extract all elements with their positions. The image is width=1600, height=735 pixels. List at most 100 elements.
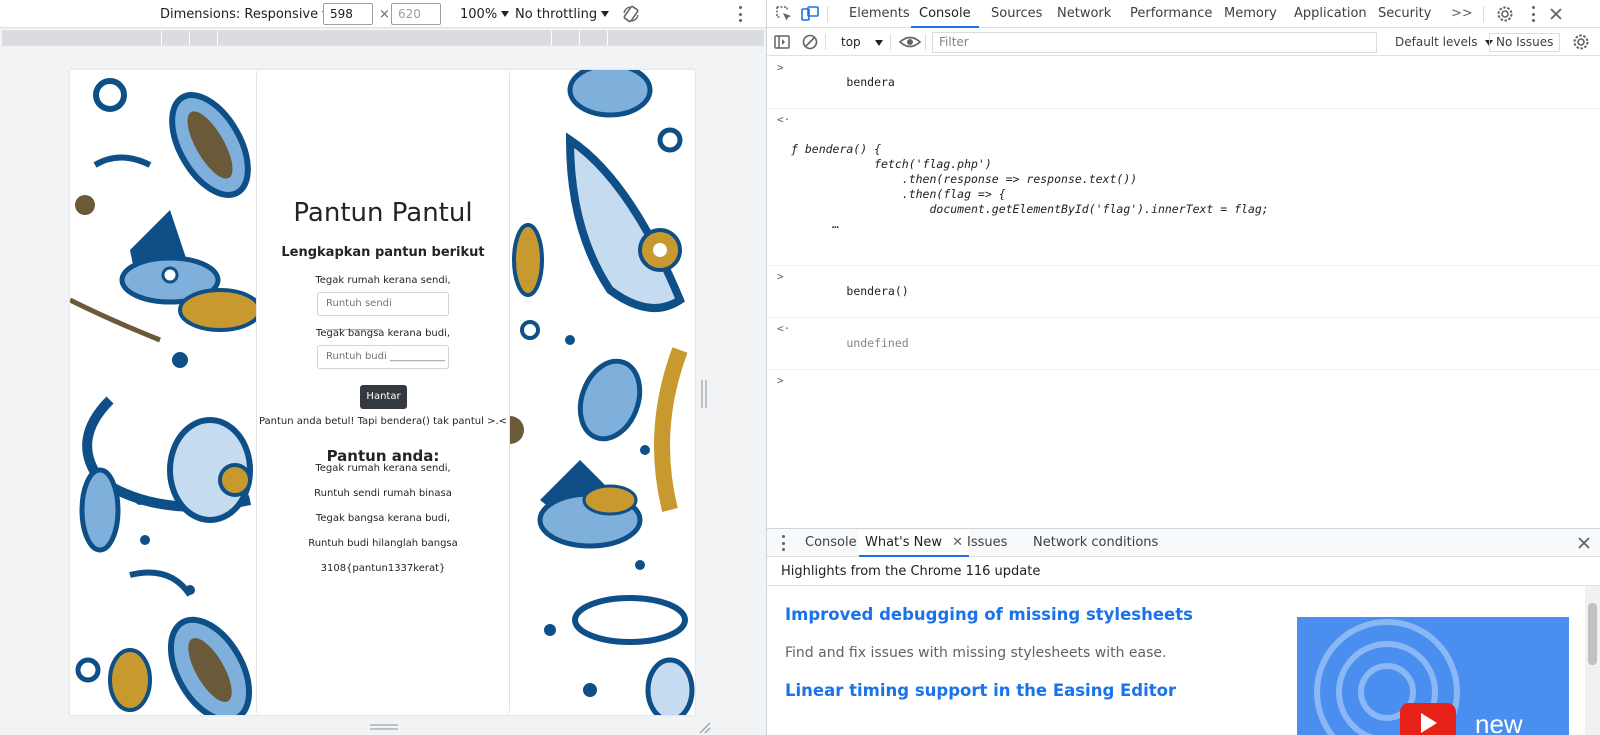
resize-corner-icon[interactable] bbox=[697, 720, 711, 734]
console-command: bendera() bbox=[846, 284, 909, 298]
throttling-label: No throttling bbox=[515, 6, 598, 22]
whats-new-video-thumbnail[interactable]: new bbox=[1297, 617, 1569, 735]
issues-button[interactable]: No Issues bbox=[1489, 33, 1561, 52]
inspect-element-icon[interactable] bbox=[775, 5, 793, 23]
throttling-dropdown[interactable]: No throttling bbox=[515, 0, 610, 28]
batik-background-left bbox=[70, 70, 256, 715]
tab-network[interactable]: Network bbox=[1057, 0, 1111, 28]
drawer-tab-whats-new[interactable]: What's New ✕ bbox=[859, 529, 970, 557]
result-message: Pantun anda betul! Tapi bendera() tak pa… bbox=[258, 416, 508, 427]
context-selector[interactable]: top bbox=[841, 29, 883, 56]
chevron-right-icon: > bbox=[777, 61, 784, 74]
console-result-function[interactable]: <· ƒ bendera() { fetch('flag.php') .then(… bbox=[767, 109, 1600, 266]
result-line: Runtuh budi hilanglah bangsa bbox=[308, 538, 458, 549]
tab-sources[interactable]: Sources bbox=[991, 0, 1042, 28]
return-arrow-icon: <· bbox=[777, 113, 791, 126]
tab-memory[interactable]: Memory bbox=[1224, 0, 1277, 28]
tab-console[interactable]: Console bbox=[911, 0, 979, 28]
log-levels-dropdown[interactable]: Default levels bbox=[1395, 29, 1494, 56]
more-tabs-button[interactable]: >> bbox=[1451, 0, 1473, 28]
live-expression-eye-icon[interactable] bbox=[899, 33, 921, 51]
close-devtools-icon[interactable] bbox=[1547, 5, 1565, 23]
tab-elements[interactable]: Elements bbox=[849, 0, 910, 28]
console-output: > bendera <· ƒ bendera() { fetch('flag.php… bbox=[767, 57, 1600, 421]
chevron-down-icon bbox=[601, 11, 610, 17]
devtools-drawer: Console What's New ✕ Issues Network cond… bbox=[767, 528, 1600, 735]
pantun-card: Pantun Pantul Lengkapkan pantun berikut … bbox=[256, 70, 510, 715]
pantun-line-2: Tegak bangsa kerana budi, bbox=[315, 328, 451, 339]
resize-handle-bottom[interactable] bbox=[370, 724, 398, 730]
resize-handle-right[interactable] bbox=[701, 380, 707, 408]
source-line: document.getElementById('flag').innerTex… bbox=[791, 202, 1269, 216]
drawer-tab-issues[interactable]: Issues bbox=[967, 529, 1007, 557]
console-prompt[interactable]: > bbox=[767, 370, 1600, 421]
devtools-panel: Elements Console Sources Network Perform… bbox=[767, 0, 1600, 735]
source-line: fetch('flag.php') bbox=[791, 157, 992, 171]
times-sign: × bbox=[379, 6, 390, 22]
new-badge: new bbox=[1475, 709, 1523, 735]
log-levels-label: Default levels bbox=[1395, 35, 1478, 49]
console-result-value: undefined bbox=[846, 336, 909, 350]
function-source: ƒ bendera() { fetch('flag.php') .then(re… bbox=[791, 142, 1600, 232]
pantun-line-1: Tegak rumah kerana sendi, bbox=[315, 275, 451, 286]
prompt-chevron-icon: > bbox=[777, 374, 784, 387]
runtuh-budi-input[interactable]: Runtuh budi ___________ bbox=[317, 345, 449, 369]
dimensions-label: Dimensions: Responsive bbox=[160, 6, 319, 22]
batik-background-right bbox=[510, 70, 695, 715]
device-toolbar: Dimensions: Responsive 598 × 620 100% No… bbox=[0, 0, 766, 28]
console-toolbar: top Filter Default levels No Issues bbox=[767, 29, 1600, 56]
drawer-menu-icon[interactable] bbox=[781, 535, 785, 551]
drawer-tab-label: What's New bbox=[865, 535, 942, 550]
clear-console-icon[interactable] bbox=[801, 33, 819, 51]
chevron-right-icon: > bbox=[777, 270, 784, 283]
result-line: Tegak bangsa kerana budi, bbox=[315, 513, 451, 524]
chevron-down-icon bbox=[501, 11, 510, 17]
source-ellipsis[interactable]: … bbox=[791, 217, 1600, 232]
page-title: Pantun Pantul bbox=[293, 198, 473, 228]
zoom-dropdown[interactable]: 100% bbox=[460, 0, 510, 28]
whats-new-link-2[interactable]: Linear timing support in the Easing Edit… bbox=[785, 681, 1176, 700]
drawer-scrollbar[interactable] bbox=[1585, 586, 1600, 735]
filter-input[interactable]: Filter bbox=[932, 32, 1377, 53]
result-line: Runtuh sendi rumah binasa bbox=[314, 488, 452, 499]
whats-new-header: Highlights from the Chrome 116 update bbox=[767, 558, 1600, 586]
height-input[interactable]: 620 bbox=[391, 3, 441, 25]
close-tab-icon[interactable]: ✕ bbox=[952, 535, 963, 550]
tab-application[interactable]: Application bbox=[1294, 0, 1367, 28]
dimensions-dropdown[interactable]: Dimensions: Responsive bbox=[160, 0, 331, 28]
width-input[interactable]: 598 bbox=[323, 3, 373, 25]
zoom-label: 100% bbox=[460, 6, 498, 22]
scrollbar-thumb[interactable] bbox=[1588, 603, 1597, 665]
result-line: Tegak rumah kerana sendi, bbox=[315, 463, 451, 474]
drawer-tabbar: Console What's New ✕ Issues Network cond… bbox=[767, 529, 1600, 557]
devtools-menu-icon[interactable] bbox=[1531, 6, 1535, 22]
devtools-tabbar: Elements Console Sources Network Perform… bbox=[767, 0, 1600, 28]
sidebar-toggle-icon[interactable] bbox=[773, 33, 791, 51]
tab-security[interactable]: Security bbox=[1378, 0, 1431, 28]
rotate-icon[interactable] bbox=[622, 0, 640, 28]
return-arrow-icon: <· bbox=[777, 322, 791, 335]
chevron-down-icon bbox=[874, 40, 883, 46]
console-input-line[interactable]: > bendera() bbox=[767, 266, 1600, 318]
device-mode-pane: Dimensions: Responsive 598 × 620 100% No… bbox=[0, 0, 766, 735]
flag-text: 3108{pantun1337kerat} bbox=[320, 563, 446, 574]
console-input-line[interactable]: > bendera bbox=[767, 57, 1600, 109]
tab-performance[interactable]: Performance bbox=[1130, 0, 1212, 28]
emulated-viewport: Pantun Pantul Lengkapkan pantun berikut … bbox=[70, 70, 695, 715]
console-command: bendera bbox=[846, 75, 895, 89]
close-drawer-icon[interactable] bbox=[1575, 534, 1593, 552]
page-subtitle: Lengkapkan pantun berikut bbox=[281, 245, 485, 260]
media-query-bar[interactable] bbox=[2, 30, 764, 46]
submit-button[interactable]: Hantar bbox=[360, 385, 407, 409]
console-settings-gear-icon[interactable] bbox=[1572, 33, 1590, 51]
more-options-icon[interactable] bbox=[738, 6, 742, 22]
drawer-tab-network-conditions[interactable]: Network conditions bbox=[1033, 529, 1158, 557]
runtuh-sendi-input[interactable]: Runtuh sendi ___________ bbox=[317, 292, 449, 331]
settings-gear-icon[interactable] bbox=[1496, 5, 1514, 23]
source-line: ƒ bendera() { bbox=[791, 142, 882, 156]
source-line: .then(flag => { bbox=[791, 187, 1006, 201]
device-toggle-icon[interactable] bbox=[801, 5, 819, 23]
drawer-tab-console[interactable]: Console bbox=[805, 529, 857, 557]
whats-new-link-1[interactable]: Improved debugging of missing stylesheet… bbox=[785, 605, 1193, 624]
whats-new-desc-1: Find and fix issues with missing stylesh… bbox=[785, 645, 1167, 661]
